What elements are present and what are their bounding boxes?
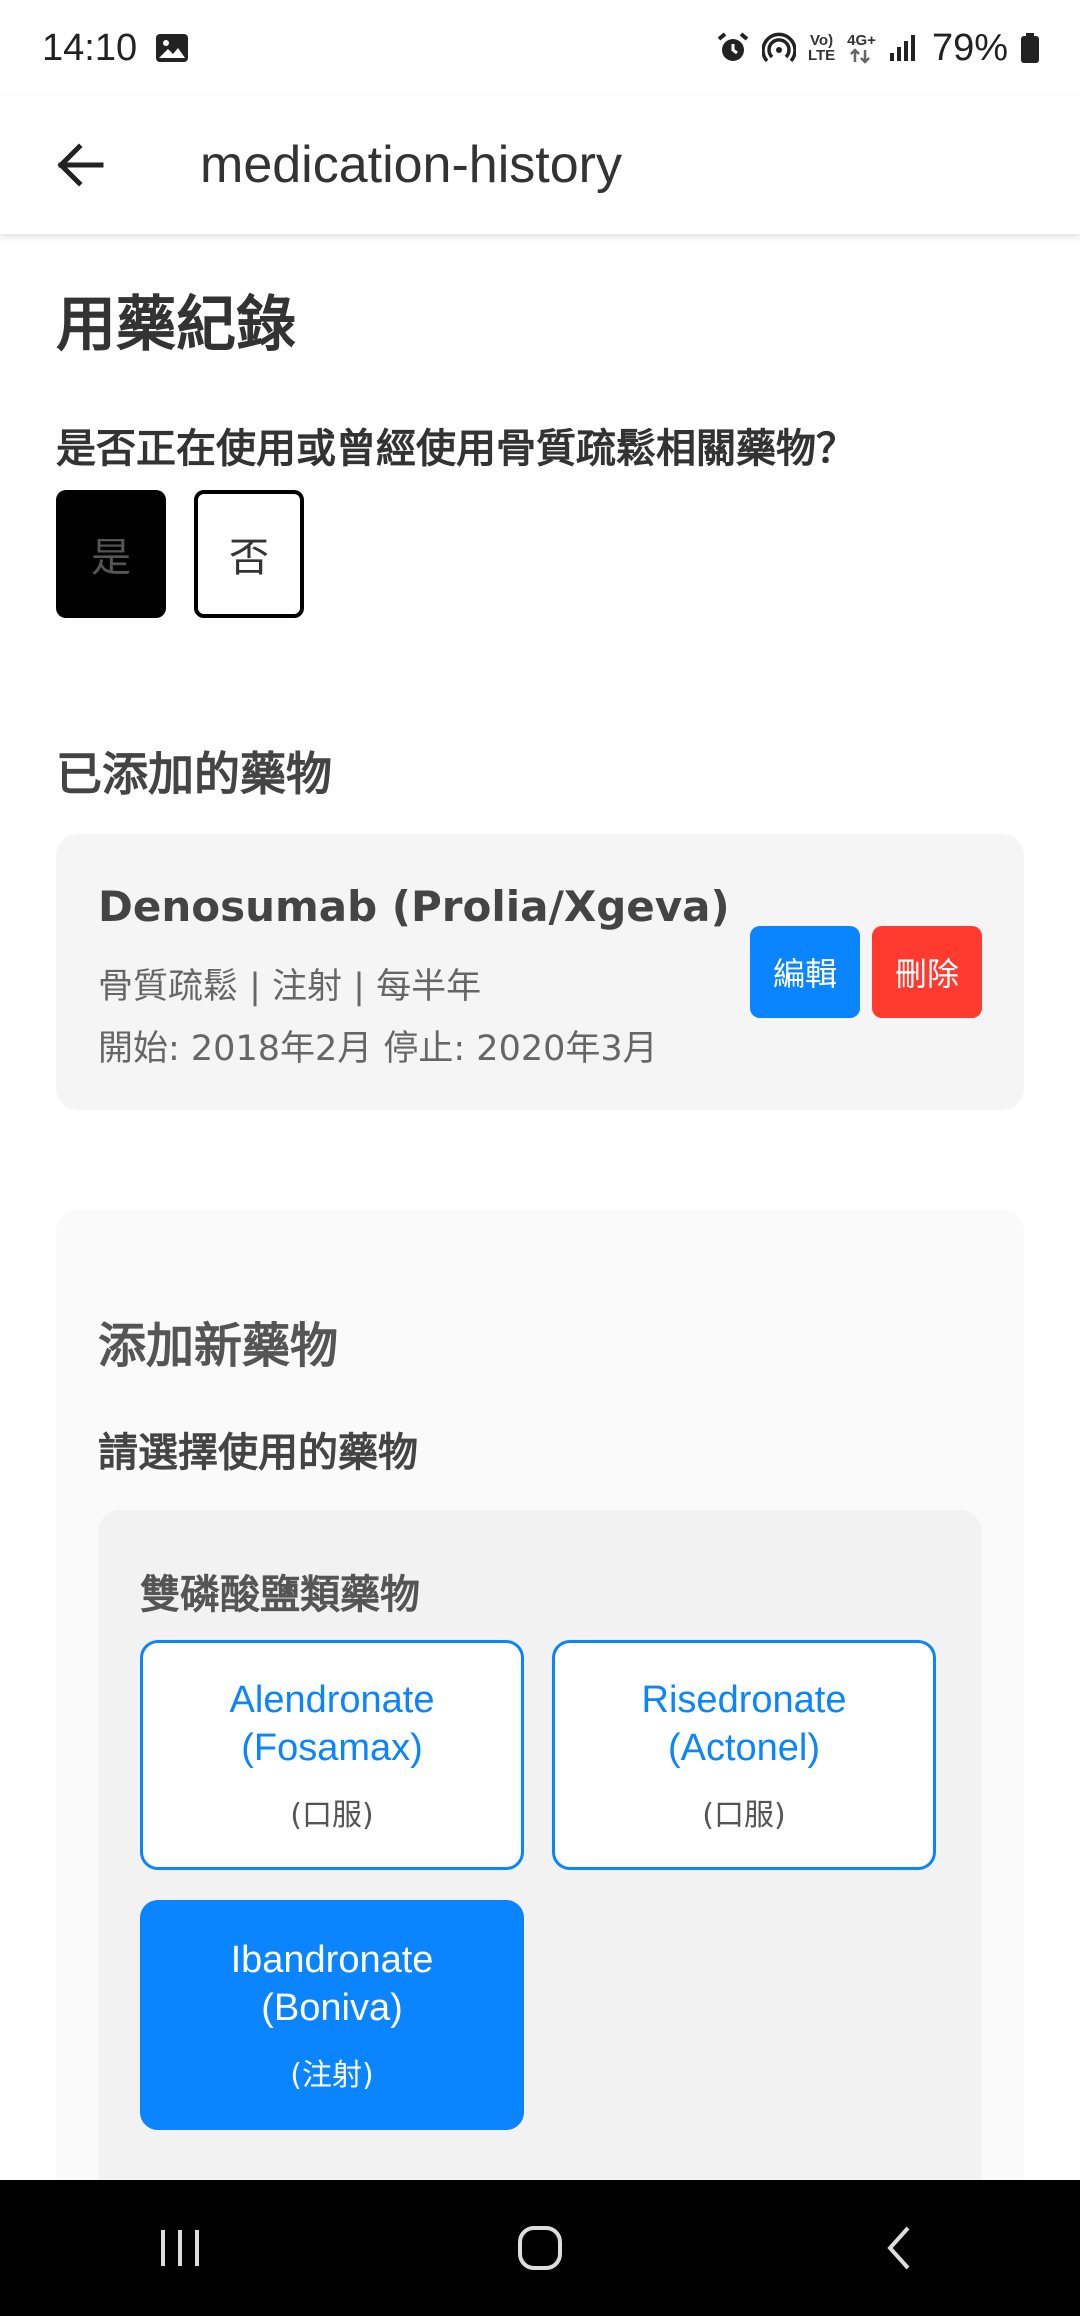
select-medication-label: 請選擇使用的藥物 [98,1430,418,1476]
drug-name: Alendronate [229,1679,435,1721]
back-button[interactable] [40,125,120,205]
osteoporosis-medication-question: 是否正在使用或曾經使用骨質疏鬆相關藥物？ [56,426,856,472]
screen: 14:10 Vo) LTE 4G+ 79% medication-history… [0,0,1080,2316]
chevron-left-icon [887,2226,910,2270]
add-medication-panel: 添加新藥物 請選擇使用的藥物 雙磷酸鹽類藥物 Alendronate (Fosa… [56,1210,1024,2180]
edit-medication-button[interactable]: 編輯 [750,926,860,1018]
drug-brand: (Fosamax) [241,1727,423,1769]
drug-route: (注射) [290,2058,374,2093]
status-time: 14:10 [42,26,138,69]
back-nav-button[interactable] [840,2198,960,2298]
home-button[interactable] [480,2198,600,2298]
drug-brand: (Actonel) [667,1727,821,1769]
battery-icon [1021,33,1039,63]
drug-name: Risedronate [641,1679,847,1721]
drug-option-ibandronate[interactable]: Ibandronate (Boniva) (注射) [140,1900,524,2130]
drug-option-alendronate[interactable]: Alendronate (Fosamax) (口服) [140,1640,524,1870]
drug-name: Ibandronate [230,1939,434,1981]
signal-icon [889,35,915,61]
status-bar: 14:10 Vo) LTE 4G+ 79% [0,0,1080,96]
alarm-icon [717,32,749,61]
battery-percent: 79% [931,26,1008,69]
drug-route: (口服) [702,1798,786,1833]
delete-medication-button[interactable]: 刪除 [872,926,982,1018]
recent-apps-icon [161,2230,199,2266]
yes-button[interactable]: 是 [56,490,166,618]
added-medications-heading: 已添加的藥物 [56,747,332,801]
medication-dates: 開始: 2018年2月 停止: 2020年3月 [98,1029,658,1069]
drug-option-risedronate[interactable]: Risedronate (Actonel) (口服) [552,1640,936,1870]
status-icons: Vo) LTE 4G+ 79% [716,27,1040,70]
no-button[interactable]: 否 [194,490,304,618]
drug-brand: (Boniva) [261,1987,403,2029]
volte-icon: Vo) LTE [807,32,836,64]
medication-detail: 骨質疏鬆 | 注射 | 每半年 [98,967,482,1007]
hotspot-icon [761,32,796,63]
content-scroll-area[interactable]: 用藥紀錄 是否正在使用或曾經使用骨質疏鬆相關藥物？ 是 否 已添加的藥物 Den… [0,234,1080,2180]
app-bar-title: medication-history [200,136,622,194]
medication-name: Denosumab (Prolia/Xgeva) [98,882,730,931]
bisphosphonate-category: 雙磷酸鹽類藥物 Alendronate (Fosamax) (口服) Rised… [98,1510,982,2180]
medication-card: Denosumab (Prolia/Xgeva) 骨質疏鬆 | 注射 | 每半年… [56,834,1024,1110]
data-arrows-icon [850,47,871,64]
recent-apps-button[interactable] [120,2198,240,2298]
category-title: 雙磷酸鹽類藥物 [140,1572,420,1618]
home-icon [518,2226,562,2270]
app-bar: medication-history [0,96,1080,234]
network-4g-icon: 4G+ [847,33,876,64]
drug-route: (口服) [290,1798,374,1833]
system-navigation-bar [0,2180,1080,2316]
image-notification-icon [156,34,189,62]
arrow-left-icon [57,143,104,187]
page-title: 用藥紀錄 [56,290,296,360]
add-medication-heading: 添加新藥物 [98,1318,339,1374]
